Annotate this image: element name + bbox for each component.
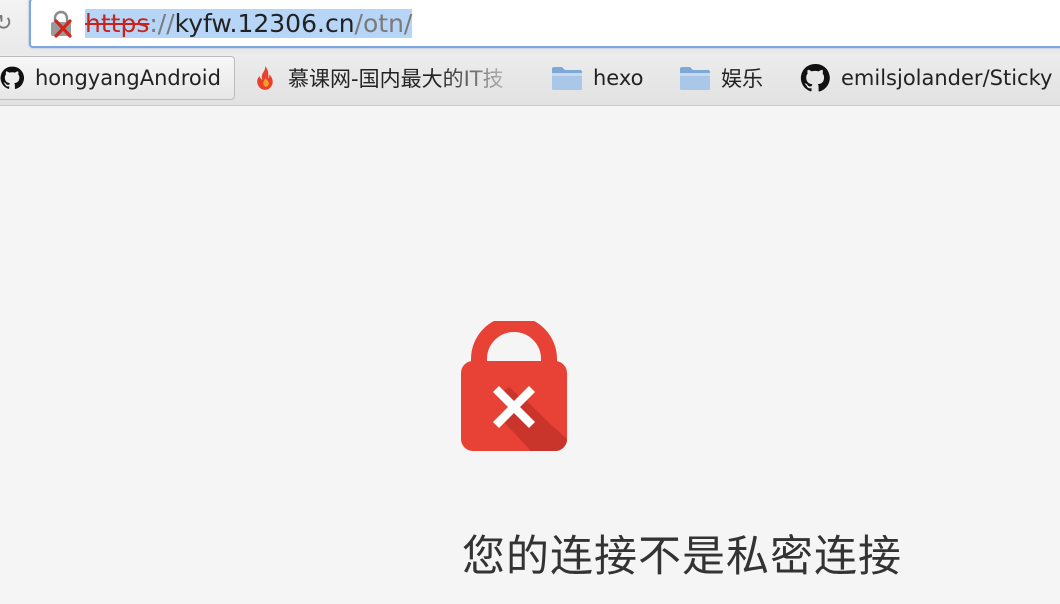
bookmark-label: hexo <box>593 66 644 90</box>
bookmark-label: emilsjolander/Sticky <box>841 66 1053 90</box>
bookmark-label: hongyangAndroid <box>35 66 221 90</box>
bookmarks-bar: hongyangAndroid 慕课网-国内最大的IT技 hexo 娱乐 emi… <box>0 54 1060 106</box>
browser-toolbar: ↻ https://kyfw.12306.cn/otn/ <box>0 0 1060 54</box>
flame-icon <box>257 66 273 90</box>
github-icon <box>800 63 830 92</box>
bookmark-imooc[interactable]: 慕课网-国内最大的IT技 <box>252 56 504 100</box>
bookmark-folder-hexo[interactable]: hexo <box>551 56 644 100</box>
bookmark-hongyangandroid[interactable]: hongyangAndroid <box>0 56 235 100</box>
folder-icon <box>552 67 582 90</box>
bookmark-emilsjolander[interactable]: emilsjolander/Sticky <box>799 56 1052 100</box>
url-text[interactable]: https://kyfw.12306.cn/otn/ <box>85 8 413 40</box>
bookmark-label: 慕课网-国内最大的IT技 <box>288 63 504 93</box>
red-lock-error-icon <box>461 321 567 451</box>
url-host: kyfw.12306.cn <box>174 9 355 38</box>
broken-lock-icon[interactable] <box>47 10 75 38</box>
folder-icon <box>680 67 710 90</box>
url-separator: :// <box>149 9 175 38</box>
url-path: /otn/ <box>354 9 413 38</box>
github-icon <box>0 66 25 89</box>
address-bar[interactable]: https://kyfw.12306.cn/otn/ <box>29 0 1060 48</box>
bookmark-folder-entertainment[interactable]: 娱乐 <box>679 56 763 100</box>
page-title: 您的连接不是私密连接 <box>462 532 902 582</box>
reload-icon[interactable]: ↻ <box>0 12 12 36</box>
url-scheme: https <box>85 9 150 38</box>
bookmark-label: 娱乐 <box>721 67 763 91</box>
